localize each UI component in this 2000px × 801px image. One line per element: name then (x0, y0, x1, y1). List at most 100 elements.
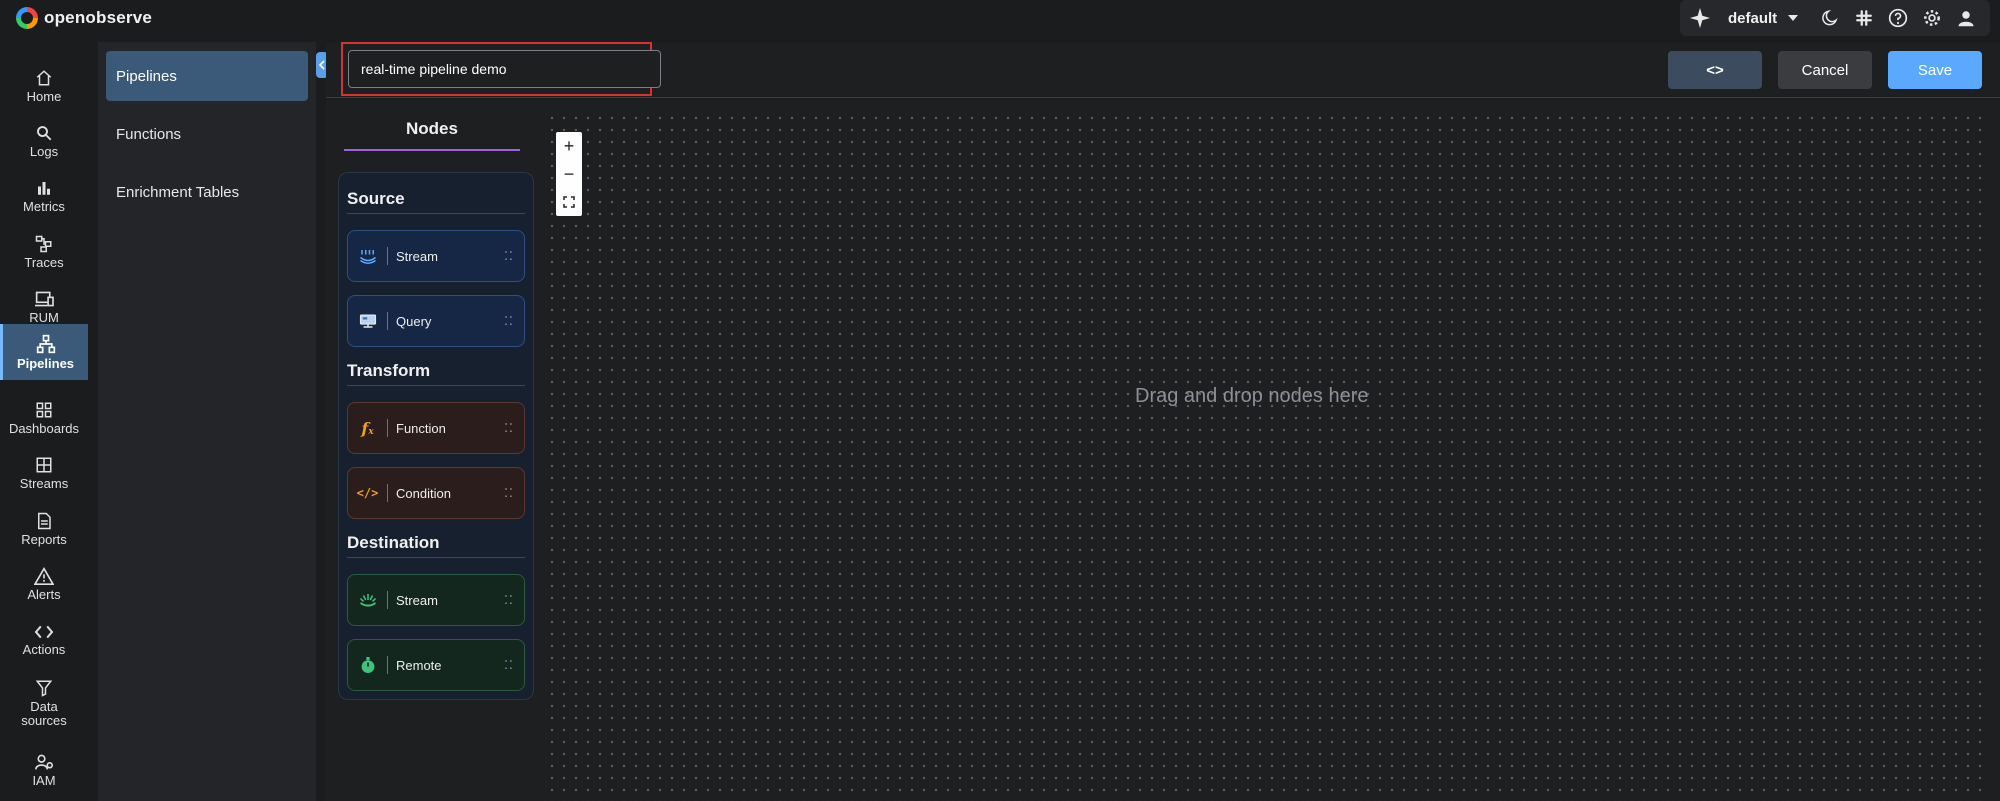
help-icon[interactable] (1881, 0, 1915, 36)
node-palette: Source Stream ⁚⁚ Query ⁚⁚ Transform fx F… (338, 172, 534, 700)
group-title-destination: Destination (347, 533, 525, 558)
bar-chart-icon (38, 181, 50, 195)
nav-metrics[interactable]: Metrics (0, 168, 88, 224)
logo-icon (16, 7, 38, 29)
remote-icon (348, 656, 388, 674)
node-source-stream[interactable]: Stream ⁚⁚ (347, 230, 525, 282)
nav-label: Data sources (21, 698, 67, 728)
sparkle-icon[interactable] (1680, 0, 1720, 36)
monitor-icon (35, 291, 54, 306)
nav-label: Traces (24, 254, 64, 270)
code-view-button[interactable]: <> (1668, 51, 1762, 89)
top-bar: openobserve default (0, 0, 2000, 42)
zoom-in-button[interactable]: + (556, 132, 582, 160)
function-icon: fx (348, 419, 388, 438)
editor-header: <> Cancel Save (326, 42, 2000, 98)
node-label: Remote (396, 657, 442, 673)
user-icon[interactable] (1949, 0, 1983, 36)
group-title-transform: Transform (347, 361, 525, 386)
slack-icon[interactable] (1847, 0, 1881, 36)
pipeline-canvas[interactable]: + − (546, 112, 1986, 801)
chevron-down-icon (1788, 15, 1799, 21)
nav-label: Dashboards (8, 420, 80, 436)
home-icon (36, 69, 52, 85)
nav-label: Home (26, 88, 62, 104)
report-icon (38, 512, 51, 529)
zoom-controls: + − (556, 132, 582, 216)
fullscreen-icon (563, 196, 575, 208)
node-transform-condition[interactable]: </> Condition ⁚⁚ (347, 467, 525, 519)
stream-source-icon (348, 247, 388, 265)
dashboards-icon (36, 402, 52, 417)
pipeline-name-input[interactable] (348, 50, 661, 88)
drag-handle-icon[interactable]: ⁚⁚ (494, 421, 524, 435)
nav-traces[interactable]: Traces (0, 224, 88, 280)
org-name: default (1728, 9, 1778, 27)
drag-handle-icon[interactable]: ⁚⁚ (494, 486, 524, 500)
filter-icon (35, 680, 53, 697)
node-transform-function[interactable]: fx Function ⁚⁚ (347, 402, 525, 454)
node-label: Condition (396, 485, 451, 501)
nav-logs[interactable]: Logs (0, 113, 88, 169)
chevron-left-icon (319, 60, 325, 70)
nav-label: Alerts (27, 586, 61, 602)
iam-icon (35, 754, 53, 770)
node-label: Stream (396, 248, 438, 264)
pipelines-icon (36, 334, 55, 353)
cancel-button[interactable]: Cancel (1778, 51, 1872, 89)
node-label: Query (396, 313, 432, 329)
subnav-pipelines[interactable]: Pipelines (106, 51, 308, 101)
nav-iam[interactable]: IAM (0, 742, 88, 798)
fit-view-button[interactable] (556, 188, 582, 216)
nav-data-sources[interactable]: Data sources (0, 668, 88, 738)
drag-handle-icon[interactable]: ⁚⁚ (494, 593, 524, 607)
logo-text: openobserve (44, 8, 153, 27)
traces-icon (35, 235, 52, 252)
group-title-source: Source (347, 189, 525, 214)
moon-icon[interactable] (1813, 0, 1847, 36)
nav-dashboards[interactable]: Dashboards (0, 390, 88, 446)
nav-label: Metrics (23, 198, 65, 214)
subnav-enrichment-tables[interactable]: Enrichment Tables (106, 167, 308, 217)
nav-pipelines[interactable]: Pipelines (0, 324, 88, 380)
app-logo[interactable]: openobserve (16, 7, 152, 29)
top-right-toolbar: default (1680, 0, 1990, 36)
pipeline-editor: <> Cancel Save Nodes Source Stream ⁚⁚ Qu… (326, 42, 2000, 801)
nav-label: Pipelines (16, 355, 75, 371)
code-icon (34, 625, 54, 638)
pipelines-subnav: Pipelines Functions Enrichment Tables (98, 42, 316, 801)
gear-icon[interactable] (1915, 0, 1949, 36)
tab-nodes[interactable]: Nodes (344, 109, 520, 151)
nav-streams[interactable]: Streams (0, 445, 88, 501)
nav-label: IAM (32, 772, 56, 788)
zoom-out-button[interactable]: − (556, 160, 582, 188)
nav-actions[interactable]: Actions (0, 612, 88, 668)
left-nav: Home Logs Metrics Traces RUM Pipelines D… (0, 42, 88, 801)
drag-handle-icon[interactable]: ⁚⁚ (494, 658, 524, 672)
org-selector[interactable]: default (1720, 10, 1813, 27)
node-source-query[interactable]: Query ⁚⁚ (347, 295, 525, 347)
node-destination-remote[interactable]: Remote ⁚⁚ (347, 639, 525, 691)
nav-reports[interactable]: Reports (0, 501, 88, 557)
drag-handle-icon[interactable]: ⁚⁚ (494, 314, 524, 328)
nav-alerts[interactable]: Alerts (0, 556, 88, 612)
nav-label: Logs (29, 143, 59, 159)
save-button[interactable]: Save (1888, 51, 1982, 89)
condition-icon: </> (348, 484, 388, 502)
subnav-functions[interactable]: Functions (106, 109, 308, 159)
stream-destination-icon (348, 591, 388, 609)
node-label: Function (396, 420, 446, 436)
grid-icon (36, 457, 52, 472)
node-destination-stream[interactable]: Stream ⁚⁚ (347, 574, 525, 626)
alert-icon (34, 566, 54, 585)
search-icon (37, 125, 52, 140)
nav-label: Actions (22, 641, 66, 657)
nav-label: RUM (29, 309, 59, 325)
drop-hint: Drag and drop nodes here (1135, 385, 1369, 407)
nav-label: Streams (19, 475, 69, 491)
nav-home[interactable]: Home (0, 58, 88, 114)
query-icon (348, 312, 388, 330)
nav-label: Reports (21, 531, 67, 547)
drag-handle-icon[interactable]: ⁚⁚ (494, 249, 524, 263)
node-label: Stream (396, 592, 438, 608)
